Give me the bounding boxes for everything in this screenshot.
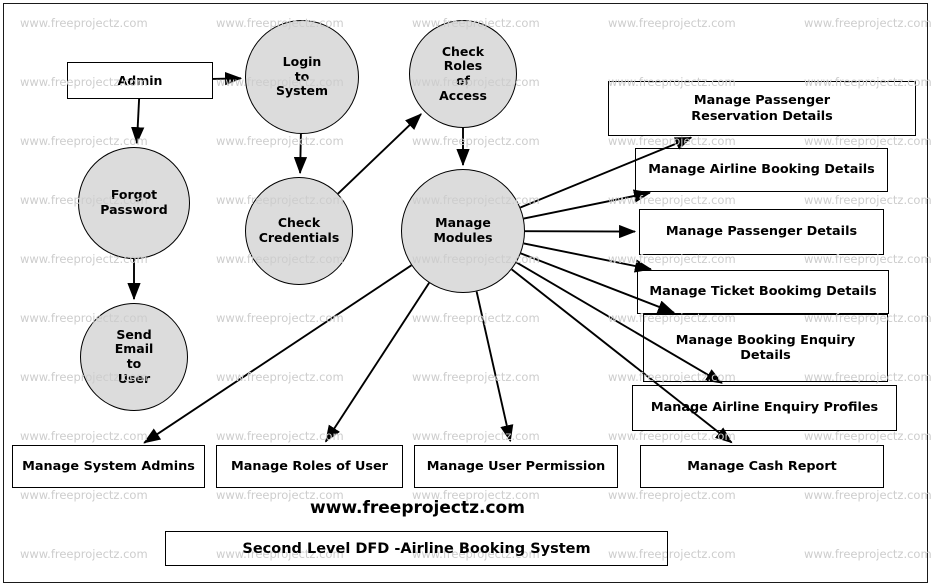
datastore-cash_report[interactable]: Manage Cash Report <box>640 445 884 488</box>
datastore-label: Manage Cash Report <box>687 458 837 474</box>
flow-admin-to-forgot_password <box>131 98 145 145</box>
datastore-airline_booking[interactable]: Manage Airline Booking Details <box>635 148 888 192</box>
datastore-label: Manage User Permission <box>426 458 606 474</box>
flow-check_credentials-to-check_roles <box>337 113 422 195</box>
datastore-ticket_booking[interactable]: Manage Ticket Bookimg Details <box>637 270 889 314</box>
diagram-title-box: Second Level DFD -Airline Booking System <box>165 531 668 566</box>
datastore-label: Manage System Admins <box>22 458 195 474</box>
flow-manage_modules-to-ticket_booking <box>523 242 653 273</box>
datastore-roles_of_user[interactable]: Manage Roles of User <box>216 445 403 488</box>
process-label: Manage Modules <box>433 215 493 245</box>
datastore-label: Manage Booking Enquiry Details <box>675 332 856 363</box>
process-label: Send Email to User <box>114 326 154 386</box>
flow-admin-to-login_to_system <box>212 71 243 86</box>
process-label: Check Roles of Access <box>439 43 487 103</box>
flow-manage_modules-to-user_permission <box>475 291 514 443</box>
datastore-label: Manage Roles of User <box>230 458 388 474</box>
flow-manage_modules-to-roles_of_user <box>324 282 430 443</box>
dfd-diagram-canvas: www.freeprojectz.com www.freeprojectz.com… <box>0 0 933 587</box>
datastore-airline_enquiry[interactable]: Manage Airline Enquiry Profiles <box>632 385 897 431</box>
datastore-passenger_reservation[interactable]: Manage Passenger Reservation Details <box>608 81 916 136</box>
datastore-booking_enquiry[interactable]: Manage Booking Enquiry Details <box>643 314 888 382</box>
process-label: Check Credentials <box>258 215 340 245</box>
process-check_credentials[interactable]: Check Credentials <box>245 177 353 285</box>
datastore-passenger_details[interactable]: Manage Passenger Details <box>639 209 884 255</box>
datastore-system_admins[interactable]: Manage System Admins <box>12 445 205 488</box>
entity-label: Admin <box>117 73 163 88</box>
external-entity-admin[interactable]: Admin <box>67 62 213 99</box>
process-label: Forgot Password <box>100 187 168 217</box>
datastore-label: Manage Passenger Details <box>665 224 858 240</box>
site-caption: www.freeprojectz.com <box>310 498 525 518</box>
process-login_to_system[interactable]: Login to System <box>245 20 359 134</box>
process-label: Login to System <box>275 53 329 99</box>
process-check_roles[interactable]: Check Roles of Access <box>409 20 517 128</box>
process-manage_modules[interactable]: Manage Modules <box>401 169 525 293</box>
datastore-user_permission[interactable]: Manage User Permission <box>414 445 618 488</box>
process-forgot_password[interactable]: Forgot Password <box>78 147 190 259</box>
flow-login_to_system-to-check_credentials <box>293 133 308 175</box>
datastore-label: Manage Passenger Reservation Details <box>691 93 833 124</box>
datastore-label: Manage Airline Booking Details <box>648 162 875 178</box>
diagram-title-text: Second Level DFD -Airline Booking System <box>242 540 591 557</box>
datastore-label: Manage Ticket Bookimg Details <box>649 284 877 300</box>
process-send_email[interactable]: Send Email to User <box>80 303 188 411</box>
flow-manage_modules-to-airline_booking <box>523 189 652 220</box>
datastore-label: Manage Airline Enquiry Profiles <box>650 400 879 416</box>
